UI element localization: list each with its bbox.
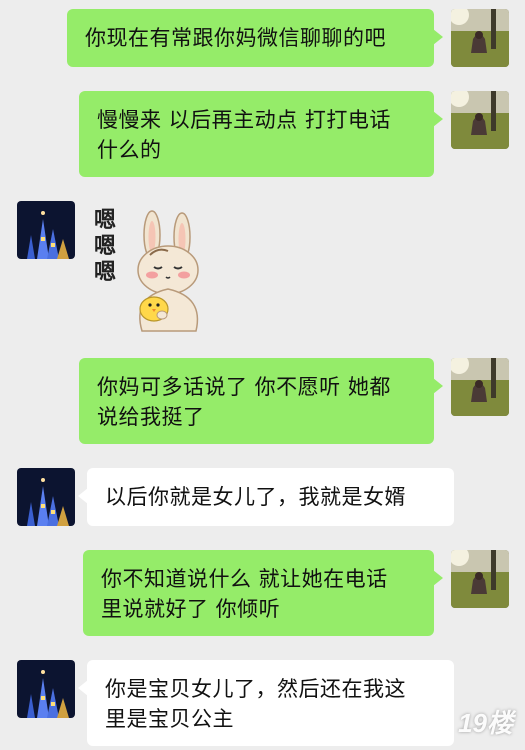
message-bubble-incoming[interactable]: 以后你就是女儿了，我就是女婿 <box>78 468 454 526</box>
woman-sitting-on-grass-icon <box>451 91 509 149</box>
message-text-line: 里是宝贝公主 <box>105 707 234 731</box>
message-text-line: 说给我挺了 <box>97 405 205 429</box>
message-text-line: 你妈可多话说了 你不愿听 她都 <box>97 375 391 399</box>
message-text-line: 慢慢来 以后再主动点 打打电话 <box>97 108 391 132</box>
message-bubble-outgoing[interactable]: 你不知道说什么 就让她在电话 里说就好了 你倾听 <box>83 550 443 636</box>
message-bubble-outgoing[interactable]: 你妈可多话说了 你不愿听 她都 说给我挺了 <box>79 358 443 444</box>
self-avatar[interactable] <box>451 358 509 416</box>
message-bubble-incoming[interactable]: 你是宝贝女儿了，然后还在我这 里是宝贝公主 <box>78 660 454 746</box>
message-bubble-outgoing[interactable]: 你现在有常跟你妈微信聊聊的吧 <box>67 9 443 67</box>
site-watermark-logo: 19楼 <box>458 708 513 738</box>
self-avatar[interactable] <box>451 550 509 608</box>
contact-avatar[interactable] <box>17 201 75 259</box>
woman-sitting-on-grass-icon <box>451 358 509 416</box>
self-avatar[interactable] <box>451 91 509 149</box>
night-castle-icon <box>17 660 75 718</box>
night-castle-icon <box>17 468 75 526</box>
self-avatar[interactable] <box>451 9 509 67</box>
message-text: 以后你就是女儿了，我就是女婿 <box>105 485 406 509</box>
woman-sitting-on-grass-icon <box>451 550 509 608</box>
bunny-with-chick-sticker-icon[interactable] <box>90 205 210 335</box>
message-text-line: 你不知道说什么 就让她在电话 <box>101 567 388 591</box>
message-text-line: 什么的 <box>97 138 162 162</box>
message-bubble-outgoing[interactable]: 慢慢来 以后再主动点 打打电话 什么的 <box>79 91 443 177</box>
contact-avatar[interactable] <box>17 660 75 718</box>
woman-sitting-on-grass-icon <box>451 9 509 67</box>
night-castle-icon <box>17 201 75 259</box>
message-text: 你现在有常跟你妈微信聊聊的吧 <box>85 26 386 50</box>
message-text-line: 里说就好了 你倾听 <box>101 597 281 621</box>
message-text-line: 你是宝贝女儿了，然后还在我这 <box>105 677 406 701</box>
contact-avatar[interactable] <box>17 468 75 526</box>
